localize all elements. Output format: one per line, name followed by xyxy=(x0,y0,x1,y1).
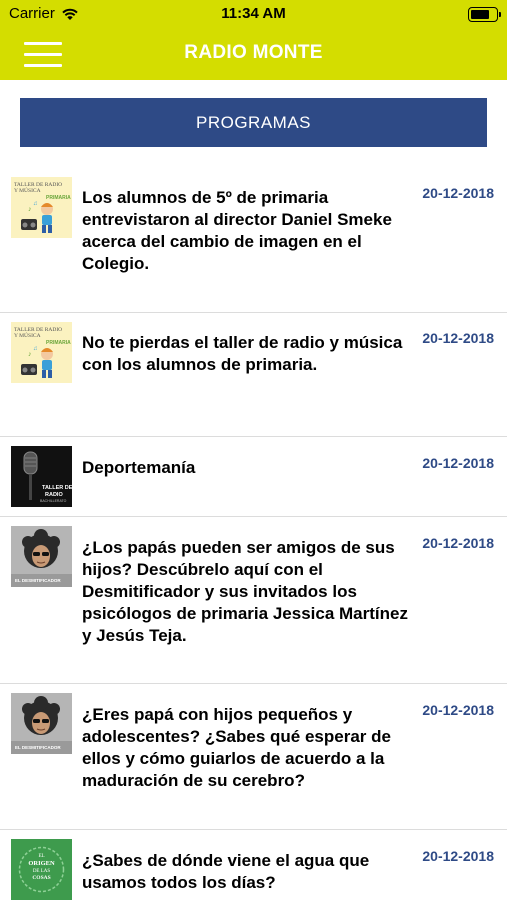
svg-text:EL DESMITIFICADOR: EL DESMITIFICADOR xyxy=(15,578,61,583)
program-list-item[interactable]: TALLER DE RADIO Y MÚSICA PRIMARIA ♪ ♫ No… xyxy=(0,313,507,437)
program-list-item[interactable]: EL ORIGEN DE LAS COSAS ¿Sabes de dónde v… xyxy=(0,830,507,900)
svg-text:TALLER DE: TALLER DE xyxy=(42,485,72,491)
svg-text:DE LAS: DE LAS xyxy=(33,869,51,874)
svg-text:ORIGEN: ORIGEN xyxy=(28,860,55,867)
program-thumbnail: TALLER DE RADIO Y MÚSICA PRIMARIA ♪ ♫ xyxy=(11,177,72,238)
program-thumbnail: TALLER DE RADIO Y MÚSICA PRIMARIA ♪ ♫ xyxy=(11,322,72,383)
svg-text:♪: ♪ xyxy=(28,351,32,358)
program-date: 20-12-2018 xyxy=(422,330,494,346)
svg-text:EL: EL xyxy=(38,854,44,859)
svg-text:Y MÚSICA: Y MÚSICA xyxy=(14,186,41,194)
program-date: 20-12-2018 xyxy=(422,185,494,201)
program-thumbnail: EL DESMITIFICADOR xyxy=(11,693,72,754)
battery-level xyxy=(471,10,490,19)
svg-text:PRIMARIA: PRIMARIA xyxy=(46,195,71,201)
svg-text:BACHILLERATO: BACHILLERATO xyxy=(40,499,67,503)
svg-text:♪: ♪ xyxy=(28,206,32,213)
svg-text:RADIO: RADIO xyxy=(45,492,63,498)
svg-text:♫: ♫ xyxy=(33,346,38,352)
program-title: Deportemanía xyxy=(82,458,196,477)
program-date: 20-12-2018 xyxy=(422,535,494,551)
program-list-item[interactable]: TALLER DE RADIO Y MÚSICA PRIMARIA ♪ ♫ Lo… xyxy=(0,168,507,313)
svg-text:PRIMARIA: PRIMARIA xyxy=(46,340,71,346)
program-date: 20-12-2018 xyxy=(422,455,494,471)
app-title: RADIO MONTE xyxy=(184,42,323,63)
nav-bar: RADIO MONTE xyxy=(0,30,507,80)
program-title: Los alumnos de 5º de primaria entrevista… xyxy=(82,188,392,273)
status-time: 11:34 AM xyxy=(221,5,286,22)
program-list-item[interactable]: EL DESMITIFICADOR ¿Eres papá con hijos p… xyxy=(0,684,507,830)
program-title: No te pierdas el taller de radio y músic… xyxy=(82,333,403,374)
program-date: 20-12-2018 xyxy=(422,848,494,864)
program-list-item[interactable]: EL DESMITIFICADOR ¿Los papás pueden ser … xyxy=(0,517,507,684)
battery-icon xyxy=(468,7,501,22)
program-list-item[interactable]: TALLER DE RADIO BACHILLERATO Deportemaní… xyxy=(0,437,507,517)
svg-text:EL DESMITIFICADOR: EL DESMITIFICADOR xyxy=(15,745,61,750)
programas-button[interactable]: PROGRAMAS xyxy=(20,98,487,147)
svg-text:♫: ♫ xyxy=(33,201,38,207)
status-bar: Carrier 11:34 AM xyxy=(0,0,507,30)
program-title: ¿Los papás pueden ser amigos de sus hijo… xyxy=(82,538,408,645)
program-title: ¿Eres papá con hijos pequeños y adolesce… xyxy=(82,705,391,790)
svg-text:Y MÚSICA: Y MÚSICA xyxy=(14,331,41,339)
program-thumbnail: TALLER DE RADIO BACHILLERATO xyxy=(11,446,72,507)
svg-text:COSAS: COSAS xyxy=(32,875,50,881)
program-thumbnail: EL DESMITIFICADOR xyxy=(11,526,72,587)
program-thumbnail: EL ORIGEN DE LAS COSAS xyxy=(11,839,72,900)
program-date: 20-12-2018 xyxy=(422,702,494,718)
program-title: ¿Sabes de dónde viene el agua que usamos… xyxy=(82,851,370,892)
program-list: TALLER DE RADIO Y MÚSICA PRIMARIA ♪ ♫ Lo… xyxy=(0,168,507,900)
